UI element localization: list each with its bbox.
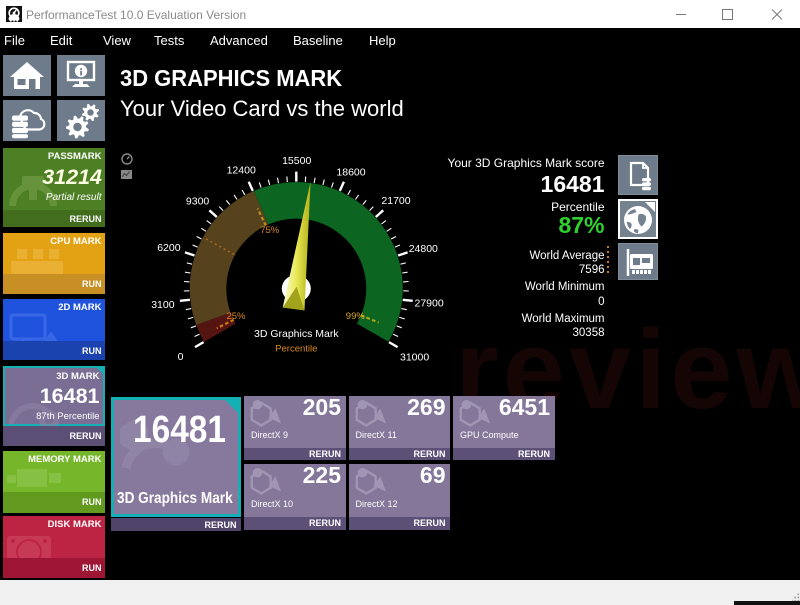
svg-text:99%: 99% bbox=[346, 311, 366, 322]
svg-text:9300: 9300 bbox=[186, 196, 210, 208]
svg-text:3100: 3100 bbox=[151, 299, 175, 311]
svg-text:24800: 24800 bbox=[409, 243, 438, 255]
svg-text:0: 0 bbox=[178, 351, 184, 363]
svg-text:6200: 6200 bbox=[157, 242, 181, 254]
svg-text:75%: 75% bbox=[260, 225, 280, 236]
svg-text:Percentile: Percentile bbox=[275, 343, 317, 354]
svg-text:18600: 18600 bbox=[336, 167, 365, 179]
svg-text:12400: 12400 bbox=[227, 165, 256, 177]
svg-text:21700: 21700 bbox=[381, 195, 410, 207]
svg-text:3D Graphics Mark: 3D Graphics Mark bbox=[254, 328, 339, 340]
svg-text:31000: 31000 bbox=[400, 351, 429, 363]
svg-text:15500: 15500 bbox=[282, 155, 311, 167]
svg-text:25%: 25% bbox=[226, 311, 246, 322]
svg-text:27900: 27900 bbox=[414, 298, 443, 310]
